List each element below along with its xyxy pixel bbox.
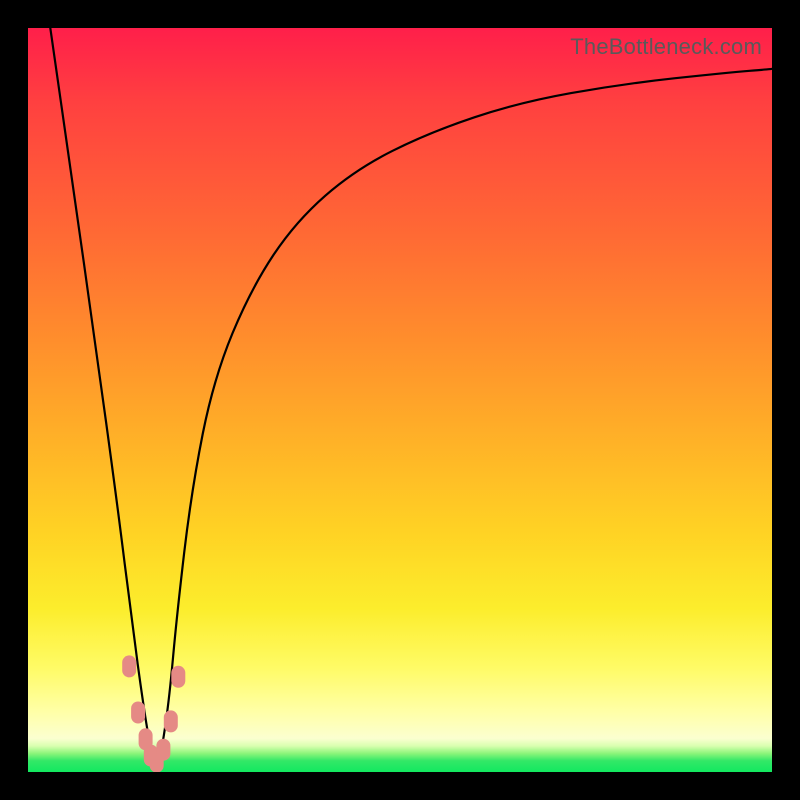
marker-dot bbox=[131, 702, 145, 724]
marker-cluster bbox=[122, 655, 185, 772]
bottleneck-curve bbox=[50, 28, 772, 761]
marker-dot bbox=[171, 666, 185, 688]
chart-frame: TheBottleneck.com bbox=[0, 0, 800, 800]
marker-dot bbox=[164, 710, 178, 732]
curve-layer bbox=[28, 28, 772, 772]
plot-area: TheBottleneck.com bbox=[28, 28, 772, 772]
watermark-text: TheBottleneck.com bbox=[570, 34, 762, 60]
marker-dot bbox=[156, 739, 170, 761]
marker-dot bbox=[122, 655, 136, 677]
